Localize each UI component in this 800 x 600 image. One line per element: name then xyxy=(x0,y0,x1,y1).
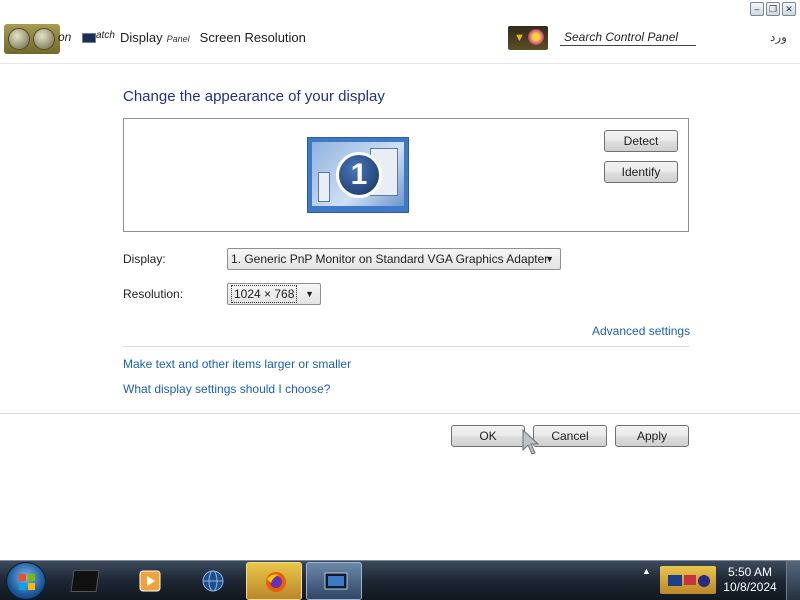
refresh-icon[interactable] xyxy=(528,29,544,45)
search-badge[interactable]: ▼ xyxy=(508,26,548,50)
resolution-select-value: 1024 × 768 xyxy=(231,285,298,303)
monitor-number-badge: 1 xyxy=(336,152,382,198)
advanced-settings-link[interactable]: Advanced settings xyxy=(592,324,690,338)
search-input[interactable]: Search Control Panel xyxy=(560,28,696,46)
terminal-icon xyxy=(70,570,100,592)
taskbar-clock[interactable]: 5:50 AM 10/8/2024 xyxy=(720,565,780,595)
chevron-down-icon: ▼ xyxy=(545,254,554,264)
identify-button[interactable]: Identify xyxy=(604,161,678,183)
resolution-select[interactable]: 1024 × 768 ▼ xyxy=(227,283,321,305)
page-title: Change the appearance of your display xyxy=(123,88,385,105)
dropdown-arrow-icon[interactable]: ▼ xyxy=(514,32,525,44)
taskbar-item-media-player[interactable] xyxy=(122,562,178,600)
monitor-preview-panel: 1 Detect Identify xyxy=(123,118,689,232)
forward-button[interactable] xyxy=(33,28,55,50)
display-select-value: 1. Generic PnP Monitor on Standard VGA G… xyxy=(231,252,549,266)
apply-button[interactable]: Apply xyxy=(615,425,689,447)
taskbar-item-display-settings[interactable] xyxy=(306,562,362,600)
detect-button[interactable]: Detect xyxy=(604,130,678,152)
display-settings-icon xyxy=(324,572,348,590)
snip-text-left: on xyxy=(58,30,72,44)
taskbar-item-firefox[interactable] xyxy=(246,562,302,600)
window-controls: – ❐ ✕ xyxy=(750,2,796,16)
notification-area[interactable] xyxy=(660,566,716,594)
restore-button[interactable]: ❐ xyxy=(766,2,780,16)
resolution-label: Resolution: xyxy=(123,287,184,301)
display-label: Display: xyxy=(123,252,166,266)
taskbar-item-globe[interactable] xyxy=(184,562,240,600)
divider xyxy=(123,346,689,347)
close-button[interactable]: ✕ xyxy=(782,2,796,16)
media-player-icon xyxy=(139,570,161,592)
globe-icon xyxy=(202,570,224,592)
breadcrumb: Display Panel Screen Resolution xyxy=(120,30,306,45)
breadcrumb-panel[interactable]: Panel xyxy=(167,34,190,44)
control-panel-icon xyxy=(82,33,96,43)
address-bar: on atch Display Panel Screen Resolution ▼ … xyxy=(0,0,800,64)
windows-logo-icon xyxy=(19,574,35,590)
clock-date: 10/8/2024 xyxy=(723,580,777,594)
cancel-button[interactable]: Cancel xyxy=(533,425,607,447)
ok-button[interactable]: OK xyxy=(451,425,525,447)
show-desktop-button[interactable] xyxy=(786,561,800,600)
search-glyph: ورد xyxy=(770,30,787,44)
taskbar-item-terminal[interactable] xyxy=(56,562,112,600)
divider xyxy=(0,413,800,414)
display-select[interactable]: 1. Generic PnP Monitor on Standard VGA G… xyxy=(227,248,561,270)
mouse-cursor-icon xyxy=(522,428,540,455)
mini-window-icon xyxy=(318,172,330,202)
tray-network-icon xyxy=(668,575,710,587)
text-size-link[interactable]: Make text and other items larger or smal… xyxy=(123,357,351,371)
firefox-icon xyxy=(266,572,286,592)
start-button[interactable] xyxy=(6,562,46,600)
clock-time: 5:50 AM xyxy=(727,565,773,579)
monitor-screen: 1 xyxy=(312,142,404,206)
show-hidden-icons-button[interactable]: ▲ xyxy=(642,566,651,576)
minimize-button[interactable]: – xyxy=(750,2,764,16)
navigation-buttons[interactable] xyxy=(4,24,60,54)
breadcrumb-current[interactable]: Screen Resolution xyxy=(200,30,306,45)
snip-text-right: atch xyxy=(96,30,115,41)
breadcrumb-display[interactable]: Display xyxy=(120,30,163,45)
chevron-down-icon: ▼ xyxy=(305,289,314,299)
display-help-link[interactable]: What display settings should I choose? xyxy=(123,382,330,396)
monitor-icon[interactable]: 1 xyxy=(307,137,409,213)
back-button[interactable] xyxy=(8,28,30,50)
